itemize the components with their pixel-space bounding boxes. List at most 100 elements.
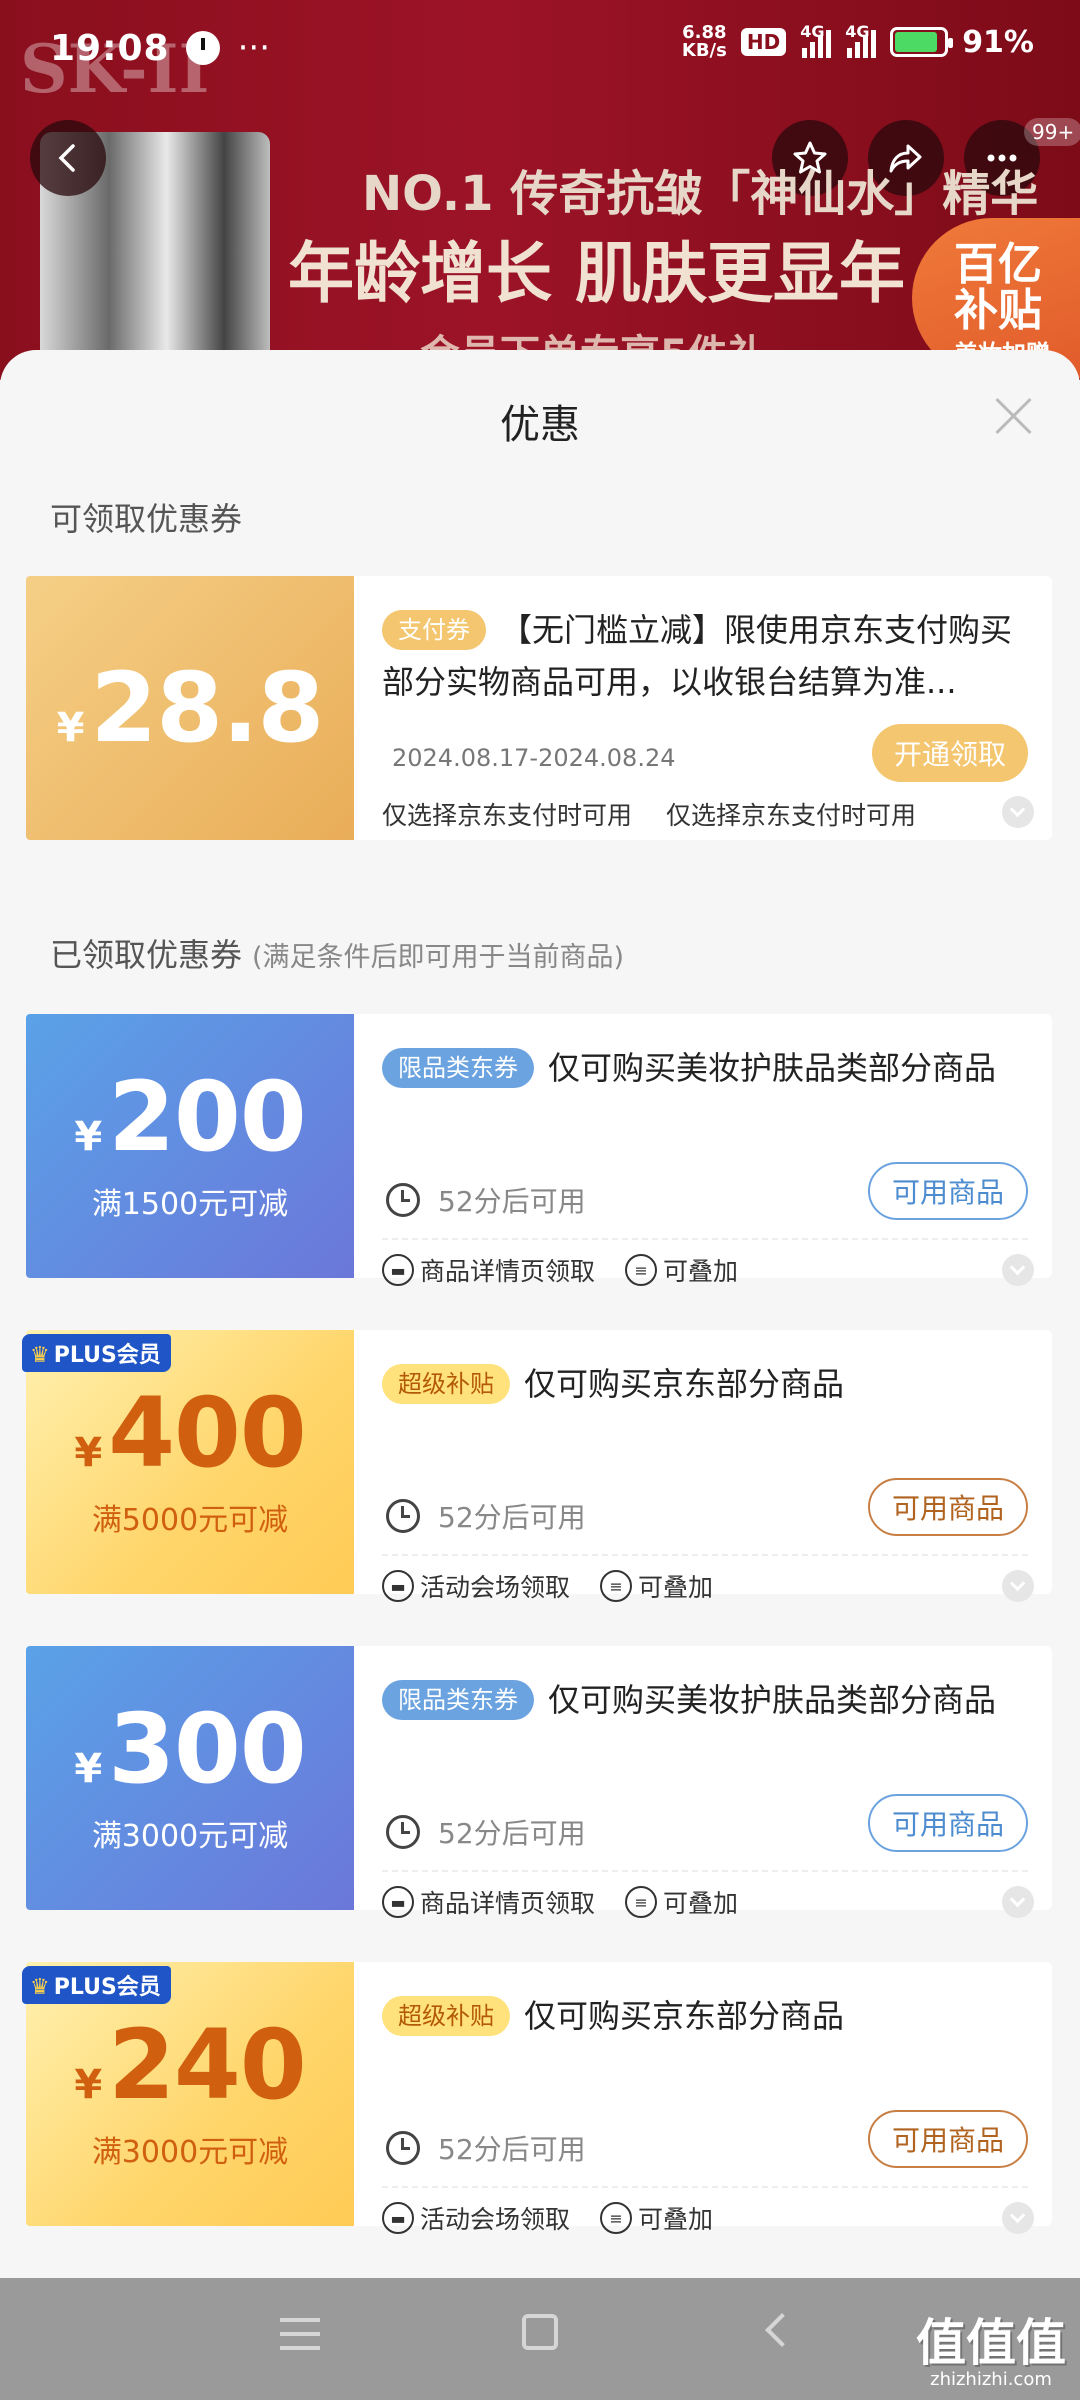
close-icon[interactable]	[992, 394, 1036, 438]
plus-label: PLUS会员	[53, 1343, 161, 1368]
claimed-section-title: 已领取优惠券 (满足条件后即可用于当前商品)	[50, 930, 624, 976]
coupon-body: 限品类东券 仅可购买美妆护肤品类部分商品 52分后可用 可用商品 ▬ 商品详情页领取…	[382, 1674, 1034, 1918]
claim-button[interactable]: 开通领取	[871, 724, 1028, 782]
sheet-title: 优惠	[500, 402, 580, 448]
coupon-time: 52分后可用	[386, 1812, 586, 1852]
home-icon[interactable]	[522, 2314, 558, 2350]
coupon-condition: 满3000元可减	[91, 2135, 289, 2170]
clock-icon	[386, 1183, 420, 1217]
coupon-condition: 满1500元可减	[91, 1187, 289, 1222]
coupon-stackable: 可叠加	[638, 1573, 714, 1602]
coupon-card[interactable]: ¥200 满1500元可减 限品类东券 仅可购买美妆护肤品类部分商品 52分后可用…	[20, 1014, 1052, 1286]
coupon-card[interactable]: ♛ PLUS会员 ¥240 满3000元可减 超级补贴 仅可购买京东部分商品 52分…	[20, 1962, 1052, 2234]
currency: ¥	[74, 1430, 103, 1476]
product-banner: SK-II 19:08 ··· 6.88 KB/s HD 4G 4G 91% 9…	[0, 0, 1080, 392]
alarm-icon	[185, 31, 220, 65]
coupon-foot: 仅选择京东支付时可用 仅选择京东支付时可用	[382, 796, 916, 832]
coupon-amount: 200	[108, 1061, 306, 1173]
coupon-card[interactable]: ¥300 满3000元可减 限品类东券 仅可购买美妆护肤品类部分商品 52分后可用…	[20, 1646, 1052, 1918]
menu-icon[interactable]	[280, 2318, 320, 2350]
coupon-sheet: 优惠 可领取优惠券 ¥28.8 支付券 【无门槛立减】限使用京东支付购买部分实物商…	[0, 350, 1080, 2278]
stack-icon: ≡	[600, 1570, 633, 1602]
back-button[interactable]	[30, 120, 106, 196]
signal-label: 4G	[800, 22, 825, 41]
signal-icon-2: 4G	[845, 22, 877, 58]
system-nav-bar: 值值值 zhizhizhi.com	[0, 2278, 1080, 2400]
banner-headline: NO.1 传奇抗皱「神仙水」精华	[362, 166, 1039, 222]
coupon-body: 超级补贴 仅可购买京东部分商品 52分后可用 可用商品 ▬ 活动会场领取 ≡ 可叠加	[382, 1358, 1034, 1602]
coupon-desc: 限品类东券 仅可购买美妆护肤品类部分商品	[382, 1674, 1028, 1778]
coupon-source: 活动会场领取	[420, 1573, 571, 1602]
coupon-stub: ¥300 满3000元可减	[20, 1646, 354, 1910]
watermark: 值值值 zhizhizhi.com	[916, 2317, 1066, 2390]
signal-label-2: 4G	[845, 22, 870, 41]
divider	[382, 1554, 1028, 1556]
coupon-amount: 400	[108, 1377, 306, 1489]
coupon-stackable: 可叠加	[663, 1889, 739, 1918]
coupon-desc-text: 仅可购买美妆护肤品类部分商品	[548, 1049, 997, 1087]
watermark-url: zhizhizhi.com	[930, 2369, 1052, 2390]
coupon-stackable: 可叠加	[638, 2205, 714, 2234]
status-time: 19:08	[50, 27, 170, 69]
coupon-foot: ▬ 商品详情页领取 ≡ 可叠加	[382, 1884, 738, 1920]
coupon-stackable: 可叠加	[663, 1257, 739, 1286]
hd-icon: HD	[740, 28, 787, 56]
available-section-title: 可领取优惠券	[50, 500, 243, 538]
coupon-condition: 满3000元可减	[91, 1819, 289, 1854]
divider	[382, 1238, 1028, 1240]
app-root: SK-II 19:08 ··· 6.88 KB/s HD 4G 4G 91% 9…	[0, 0, 1080, 2400]
coupon-desc-text: 仅可购买美妆护肤品类部分商品	[548, 1681, 997, 1719]
available-products-button[interactable]: 可用商品	[867, 1794, 1028, 1852]
subsidy-line2: 补贴	[954, 285, 1042, 336]
coupon-date: 2024.08.17-2024.08.24	[392, 744, 676, 772]
stack-icon: ≡	[625, 1886, 658, 1918]
status-bar: 19:08 ··· 6.88 KB/s HD 4G 4G 91%	[0, 0, 1080, 96]
available-products-button[interactable]: 可用商品	[867, 2110, 1028, 2168]
crown-icon: ♛	[30, 1975, 50, 2000]
plus-label: PLUS会员	[53, 1975, 161, 2000]
banner-slogan: 年龄增长 肌肤更显年	[288, 235, 905, 312]
chevron-down-icon[interactable]	[1002, 1886, 1034, 1918]
available-products-button[interactable]: 可用商品	[867, 1478, 1028, 1536]
coupon-foot: ▬ 活动会场领取 ≡ 可叠加	[382, 1568, 713, 1604]
coupon-time-text: 52分后可用	[438, 1501, 586, 1534]
coupon-note-1: 仅选择京东支付时可用	[382, 801, 633, 830]
status-more: ···	[237, 28, 271, 68]
coupon-card[interactable]: ¥28.8 支付券 【无门槛立减】限使用京东支付购买部分实物商品可用，以收银台结算…	[20, 576, 1052, 840]
coupon-card[interactable]: ♛ PLUS会员 ¥400 满5000元可减 超级补贴 仅可购买京东部分商品 52分…	[20, 1330, 1052, 1602]
coupon-time-text: 52分后可用	[438, 1817, 586, 1850]
divider	[382, 1870, 1028, 1872]
coupon-time: 52分后可用	[386, 1496, 586, 1536]
plus-member-badge: ♛ PLUS会员	[22, 1966, 171, 2004]
coupon-tag: 支付券	[382, 610, 486, 650]
plus-member-badge: ♛ PLUS会员	[22, 1334, 171, 1372]
chevron-down-icon[interactable]	[1002, 796, 1034, 828]
coupon-body: 支付券 【无门槛立减】限使用京东支付购买部分实物商品可用，以收银台结算为准... …	[382, 604, 1034, 830]
chevron-down-icon[interactable]	[1002, 1570, 1034, 1602]
coupon-source: 商品详情页领取	[420, 1257, 596, 1286]
coupon-foot: ▬ 商品详情页领取 ≡ 可叠加	[382, 1252, 738, 1288]
coupon-time-text: 52分后可用	[438, 2133, 586, 2166]
coupon-time: 52分后可用	[386, 2128, 586, 2168]
notification-badge: 99+	[1024, 118, 1080, 146]
nav-back-icon[interactable]	[765, 2313, 799, 2347]
coupon-amount: 28.8	[90, 652, 324, 764]
clock-icon	[386, 2131, 420, 2165]
coupon-desc: 支付券 【无门槛立减】限使用京东支付购买部分实物商品可用，以收银台结算为准...	[382, 604, 1028, 708]
coupon-time: 52分后可用	[386, 1180, 586, 1220]
battery-percent: 91%	[962, 24, 1034, 60]
coupon-amount: 300	[108, 1693, 306, 1805]
ticket-icon: ▬	[382, 1886, 414, 1918]
ticket-icon: ▬	[382, 2202, 414, 2234]
coupon-condition: 满5000元可减	[91, 1503, 289, 1538]
chevron-down-icon[interactable]	[1002, 1254, 1034, 1286]
stack-icon: ≡	[625, 1254, 658, 1286]
coupon-amount: 240	[108, 2009, 306, 2121]
coupon-time-text: 52分后可用	[438, 1185, 586, 1218]
status-right: 6.88 KB/s HD 4G 4G 91%	[682, 22, 1034, 60]
clock-icon	[386, 1815, 420, 1849]
currency: ¥	[56, 705, 85, 751]
chevron-down-icon[interactable]	[1002, 2202, 1034, 2234]
coupon-stub: ¥200 满1500元可减	[20, 1014, 354, 1278]
available-products-button[interactable]: 可用商品	[867, 1162, 1028, 1220]
